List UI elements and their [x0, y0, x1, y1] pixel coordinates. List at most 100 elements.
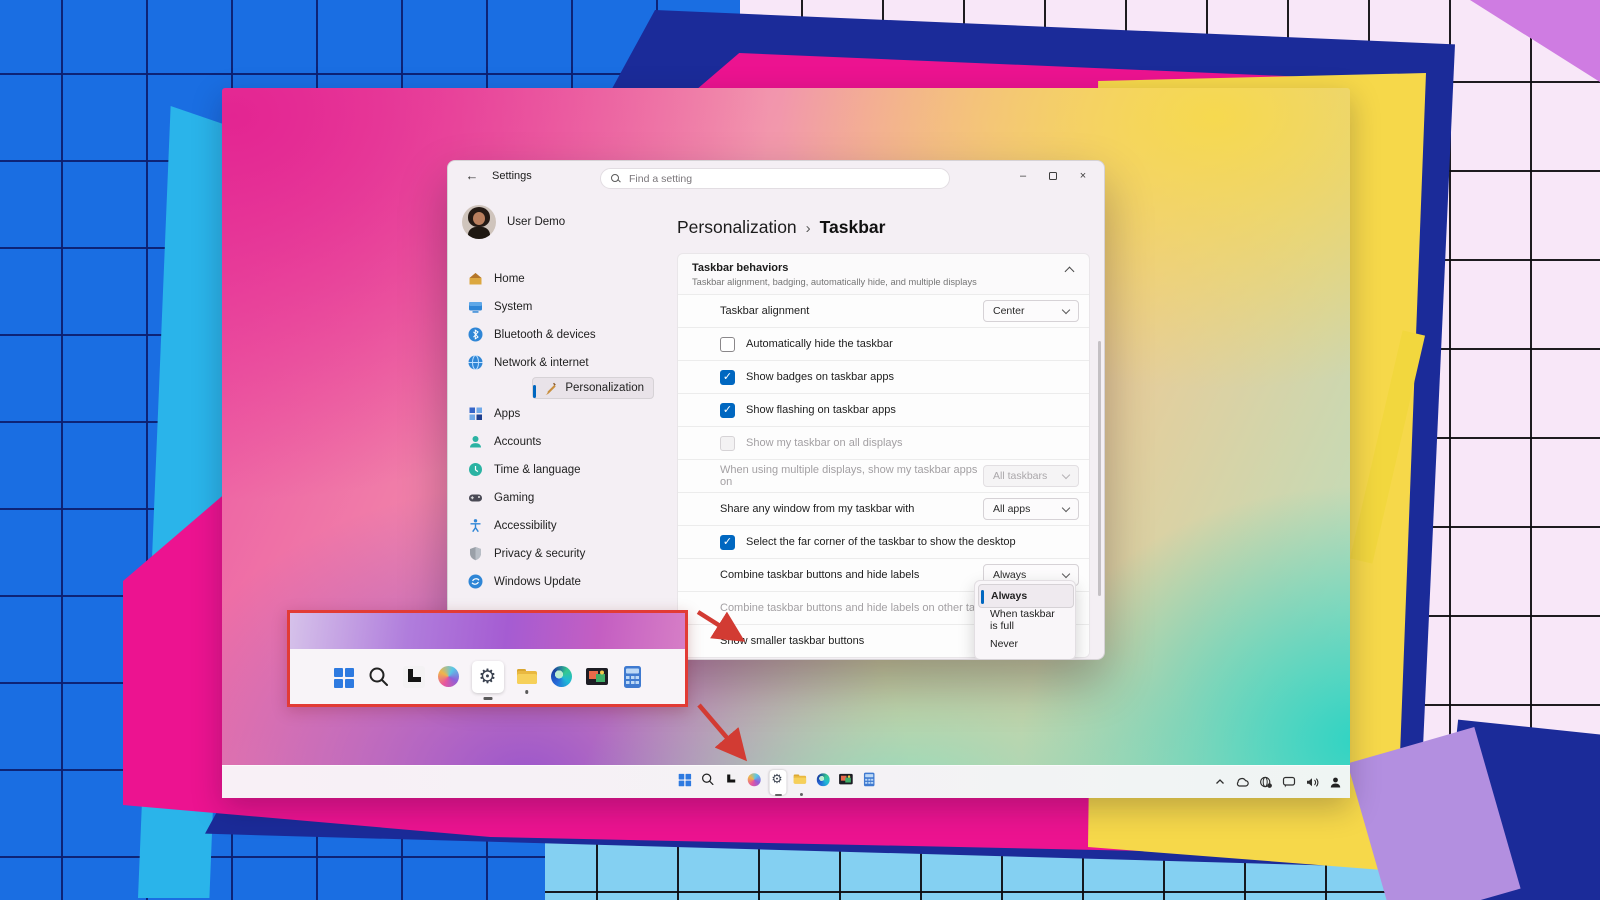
settings-search-box[interactable]: [600, 168, 950, 189]
photos-icon: [585, 665, 609, 689]
chevron-down-icon: [1062, 503, 1070, 511]
copilot-icon[interactable]: [746, 770, 763, 795]
network-icon[interactable]: [1259, 776, 1273, 789]
row-taskbar-all-displays: Show my taskbar on all displays: [678, 426, 1089, 459]
file-explorer-icon[interactable]: [792, 770, 809, 795]
breadcrumb-separator: ›: [806, 220, 811, 237]
preview-taskbar: ⚙: [290, 649, 685, 704]
user-profile[interactable]: User Demo: [458, 197, 654, 247]
back-button[interactable]: ←: [462, 168, 482, 183]
open-app-indicator: [799, 793, 802, 796]
sidebar-item-home[interactable]: Home: [458, 265, 654, 292]
home-icon: [468, 271, 483, 286]
taskbar-behaviors-header[interactable]: Taskbar behaviors Taskbar alignment, bad…: [678, 254, 1089, 294]
search-icon[interactable]: [700, 770, 717, 795]
desktop-taskbar[interactable]: ⚙: [222, 765, 1350, 798]
search-icon: [367, 665, 391, 689]
card-title: Taskbar behaviors: [692, 262, 1075, 274]
chevron-down-icon: [1062, 470, 1070, 478]
people-icon[interactable]: [1329, 776, 1342, 789]
sidebar-item-gaming[interactable]: Gaming: [458, 484, 654, 511]
chevron-down-icon: [1062, 305, 1070, 313]
window-title: Settings: [492, 170, 532, 182]
search-icon: [611, 174, 620, 183]
maximize-icon: [1049, 172, 1057, 180]
row-far-corner-desktop: ✓ Select the far corner of the taskbar t…: [678, 525, 1089, 558]
taskbar-alignment-select[interactable]: Center: [983, 300, 1079, 322]
taskbar-app-icons: ⚙: [677, 770, 878, 795]
sidebar-item-apps[interactable]: Apps: [458, 400, 654, 427]
row-share-window: Share any window from my taskbar with Al…: [678, 492, 1089, 525]
sidebar-item-personalization[interactable]: Personalization: [532, 377, 654, 399]
chat-icon[interactable]: [1282, 776, 1296, 789]
combine-buttons-dropdown: Always When taskbar is full Never: [974, 580, 1076, 660]
taskbar-preview-callout: ⚙: [287, 610, 688, 707]
sidebar-item-time-language[interactable]: Time & language: [458, 456, 654, 483]
volume-icon[interactable]: [1305, 776, 1320, 789]
card-subtitle: Taskbar alignment, badging, automaticall…: [692, 277, 1075, 287]
screenshot-root: ⚙: [0, 0, 1600, 900]
active-app-indicator: [483, 697, 492, 700]
calculator-icon: [620, 665, 644, 689]
time-language-icon: [468, 462, 483, 477]
edge-icon[interactable]: [815, 770, 832, 795]
photos-icon[interactable]: [838, 770, 855, 795]
calculator-icon[interactable]: [861, 770, 878, 795]
dropdown-option-when-full[interactable]: When taskbar is full: [978, 608, 1072, 632]
system-icon: [468, 299, 483, 314]
sidebar-item-privacy-security[interactable]: Privacy & security: [458, 540, 654, 567]
far-corner-checkbox[interactable]: ✓: [720, 535, 735, 550]
sidebar-item-accounts[interactable]: Accounts: [458, 428, 654, 455]
sidebar-item-system[interactable]: System: [458, 293, 654, 320]
settings-app-icon: ⚙: [472, 661, 504, 693]
all-displays-checkbox: [720, 436, 735, 451]
privacy-icon: [468, 546, 483, 561]
active-app-indicator: [774, 794, 781, 796]
system-tray: [1214, 766, 1342, 798]
share-window-select[interactable]: All apps: [983, 498, 1079, 520]
chevron-down-icon: [1062, 569, 1070, 577]
hidden-icons-chevron[interactable]: [1214, 776, 1226, 788]
sidebar-item-windows-update[interactable]: Windows Update: [458, 568, 654, 595]
file-explorer-icon: [515, 665, 539, 689]
bluetooth-icon: [468, 327, 483, 342]
close-button[interactable]: ×: [1068, 161, 1098, 191]
show-badges-checkbox[interactable]: ✓: [720, 370, 735, 385]
user-name: User Demo: [507, 216, 565, 228]
preview-wallpaper: [290, 613, 685, 649]
breadcrumb-section[interactable]: Personalization: [677, 217, 797, 238]
minimize-button[interactable]: –: [1008, 161, 1038, 191]
auto-hide-checkbox[interactable]: [720, 337, 735, 352]
row-multiple-displays: When using multiple displays, show my ta…: [678, 459, 1089, 492]
sidebar-item-network-internet[interactable]: Network & internet: [458, 349, 654, 376]
apps-icon: [468, 406, 483, 421]
dropdown-option-always[interactable]: Always: [978, 584, 1074, 608]
sidebar-item-bluetooth-devices[interactable]: Bluetooth & devices: [458, 321, 654, 348]
open-app-indicator: [525, 690, 529, 694]
row-taskbar-alignment: Taskbar alignment Center: [678, 294, 1089, 327]
content-scrollbar[interactable]: [1098, 341, 1101, 596]
search-input[interactable]: [627, 172, 939, 186]
breadcrumb: Personalization › Taskbar: [677, 217, 1090, 238]
row-show-flashing: ✓ Show flashing on taskbar apps: [678, 393, 1089, 426]
sidebar-item-accessibility[interactable]: Accessibility: [458, 512, 654, 539]
settings-sidebar: User Demo Home System Bluetooth & device…: [448, 193, 664, 659]
windows-update-icon: [468, 574, 483, 589]
show-flashing-checkbox[interactable]: ✓: [720, 403, 735, 418]
row-auto-hide-taskbar: Automatically hide the taskbar: [678, 327, 1089, 360]
network-icon: [468, 355, 483, 370]
row-show-badges: ✓ Show badges on taskbar apps: [678, 360, 1089, 393]
maximize-button[interactable]: [1038, 161, 1068, 191]
dropdown-option-never[interactable]: Never: [978, 632, 1072, 656]
settings-window: ← Settings – × User Demo: [447, 160, 1105, 660]
start-button[interactable]: [677, 770, 694, 795]
accounts-icon: [468, 434, 483, 449]
settings-app-icon[interactable]: ⚙: [769, 770, 786, 795]
onedrive-cloud-icon[interactable]: [1235, 776, 1250, 788]
settings-titlebar[interactable]: ← Settings – ×: [448, 161, 1104, 193]
task-view-icon[interactable]: [723, 770, 740, 795]
multiple-displays-select: All taskbars: [983, 465, 1079, 487]
avatar: [462, 205, 496, 239]
accessibility-icon: [468, 518, 483, 533]
gaming-icon: [468, 490, 483, 505]
